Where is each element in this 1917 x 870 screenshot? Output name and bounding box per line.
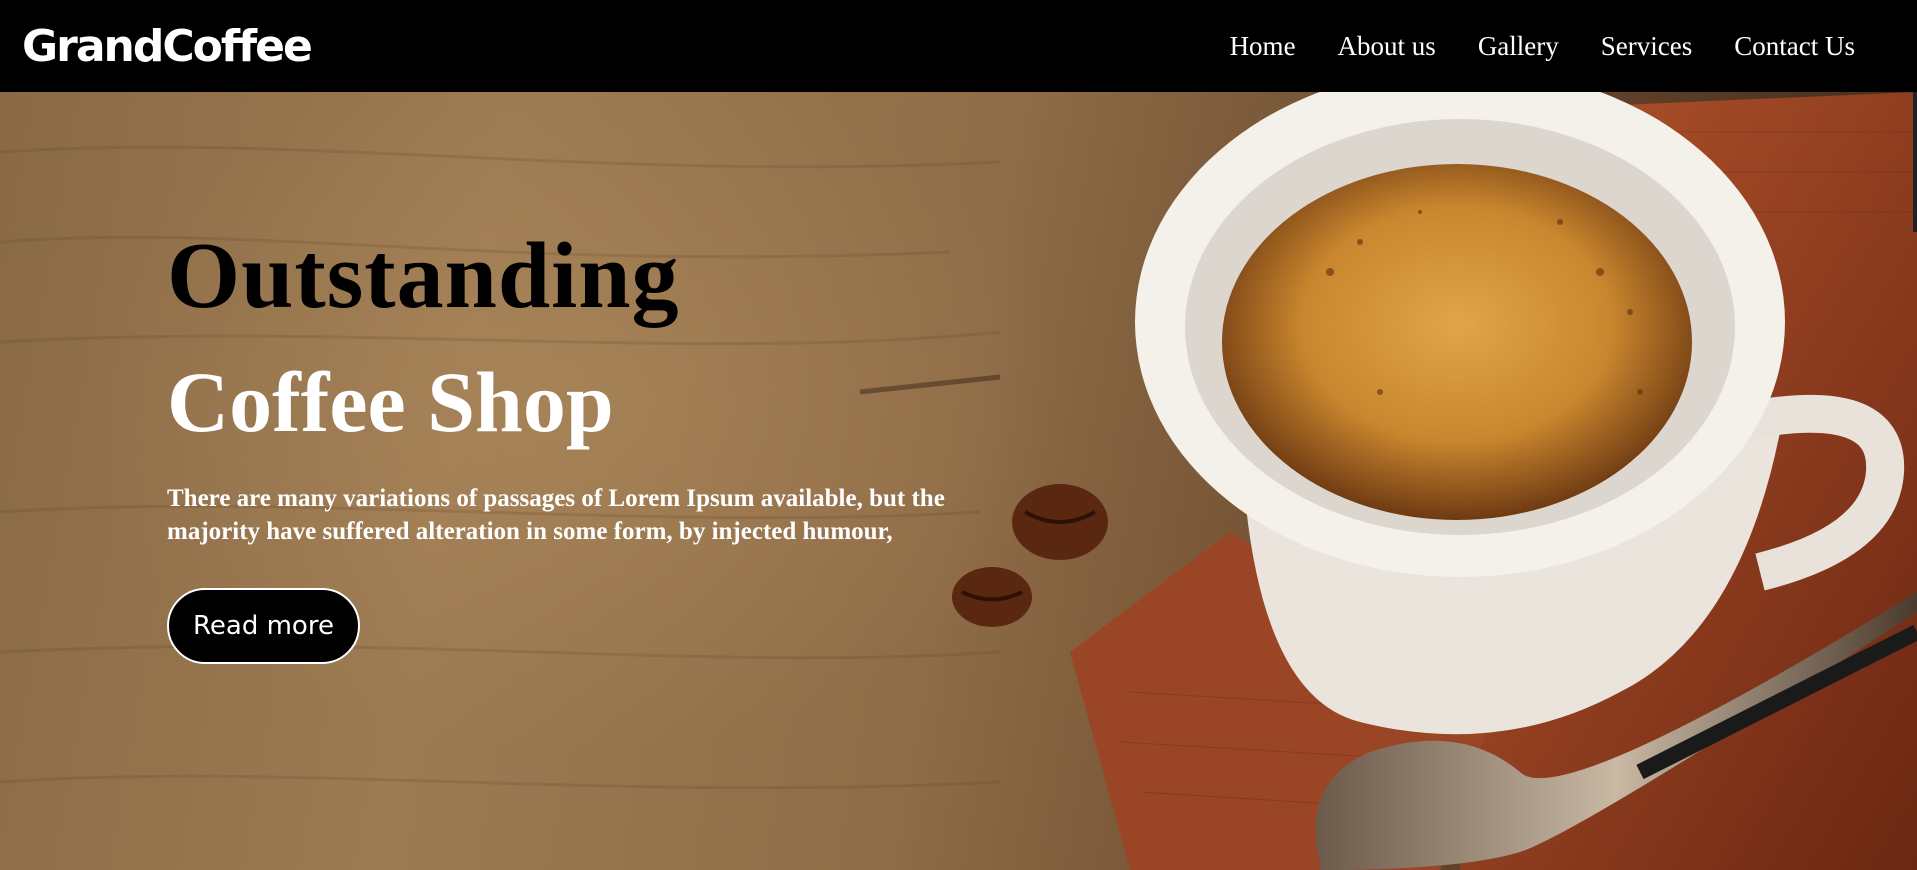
nav-contact-link[interactable]: Contact Us (1734, 31, 1855, 62)
page-scrollbar[interactable] (1913, 92, 1917, 232)
nav-gallery-link[interactable]: Gallery (1478, 31, 1559, 62)
read-more-button[interactable]: Read more (167, 588, 360, 664)
coffee-cup-image (952, 92, 1917, 870)
hero-banner: Outstanding Coffee Shop There are many v… (0, 92, 1917, 870)
hero-title-line2: Coffee Shop (167, 354, 614, 450)
hero-description: There are many variations of passages of… (167, 485, 945, 545)
brand-logo[interactable]: GrandCoffee (22, 21, 313, 72)
nav-services-link[interactable]: Services (1601, 31, 1692, 62)
nav-home-link[interactable]: Home (1230, 31, 1296, 62)
main-nav: Home About us Gallery Services Contact U… (1230, 31, 1855, 62)
hero-content: Outstanding Coffee Shop There are many v… (167, 222, 1007, 664)
nav-about-link[interactable]: About us (1338, 31, 1436, 62)
navbar: GrandCoffee Home About us Gallery Servic… (0, 0, 1917, 92)
hero-title-line1: Outstanding (167, 224, 680, 328)
